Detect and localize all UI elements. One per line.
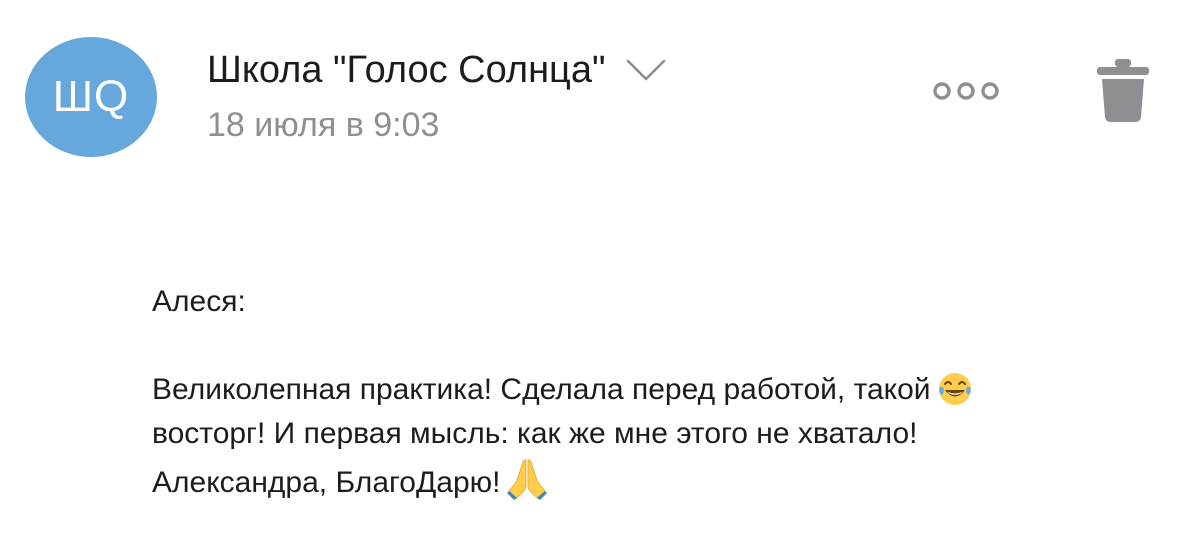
more-options-icon[interactable] — [930, 76, 1002, 106]
message-line-1: Великолепная практика! Сделала перед раб… — [152, 373, 931, 406]
message-date: 18 июля в 9:03 — [207, 106, 440, 144]
message-line-3: Александра, БлагоДарю! — [152, 466, 501, 499]
avatar[interactable]: ШQ — [25, 37, 157, 157]
message-paragraph: Великолепная практика! Сделала перед раб… — [152, 368, 1152, 505]
sender-row: Школа "Голос Солнца" — [207, 46, 667, 94]
chevron-down-icon[interactable] — [625, 56, 667, 84]
trash-icon[interactable] — [1096, 57, 1150, 123]
sender-name[interactable]: Школа "Голос Солнца" — [207, 49, 605, 92]
praying-hands-emoji — [506, 459, 547, 500]
message-line-2: восторг! И первая мысль: как же мне этог… — [152, 417, 918, 450]
laughing-tears-emoji — [938, 373, 971, 405]
message-body: Алеся: Великолепная практика! Сделала пе… — [152, 280, 1152, 505]
avatar-initials: ШQ — [52, 72, 130, 121]
message-greeting: Алеся: — [152, 285, 246, 318]
email-view: ШQ Школа "Голос Солнца" 18 июля в 9:03 А… — [0, 0, 1195, 545]
